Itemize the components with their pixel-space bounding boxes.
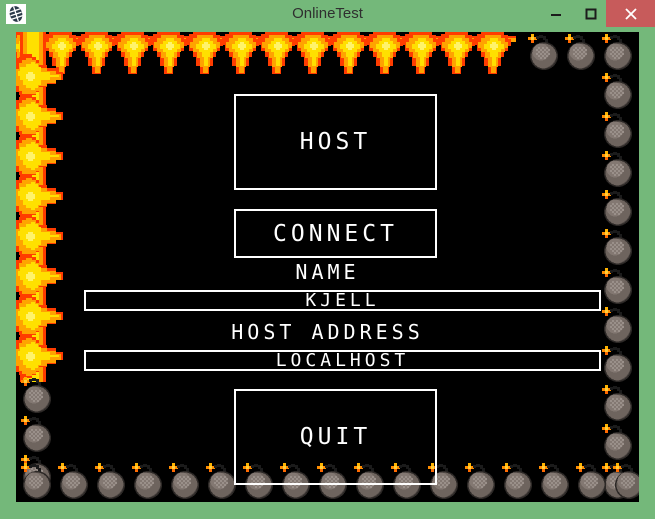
name-input-value: KJELL — [305, 290, 380, 311]
minimize-icon — [551, 13, 561, 16]
host-button[interactable]: HOST — [234, 94, 437, 190]
minimize-button[interactable] — [541, 0, 571, 27]
application-window: OnlineTest HOST CONNECT NAME KJELL HOST … — [0, 0, 655, 519]
quit-button-label: QUIT — [299, 424, 372, 450]
title-bar[interactable]: OnlineTest — [0, 0, 655, 28]
connect-button-label: CONNECT — [273, 220, 398, 247]
host-address-input-value: LOCALHOST — [275, 350, 410, 371]
close-icon — [624, 7, 637, 20]
close-button[interactable] — [606, 0, 655, 27]
host-address-label: HOST ADDRESS — [231, 320, 424, 344]
host-address-input[interactable]: LOCALHOST — [84, 350, 601, 371]
maximize-icon — [585, 8, 597, 19]
maximize-button[interactable] — [576, 0, 606, 27]
main-menu: HOST CONNECT NAME KJELL HOST ADDRESS LOC… — [16, 32, 639, 502]
name-input[interactable]: KJELL — [84, 290, 601, 311]
host-button-label: HOST — [299, 129, 372, 155]
game-canvas: HOST CONNECT NAME KJELL HOST ADDRESS LOC… — [16, 32, 639, 502]
game-viewport-frame: HOST CONNECT NAME KJELL HOST ADDRESS LOC… — [8, 32, 647, 511]
name-label: NAME — [295, 260, 360, 284]
quit-button[interactable]: QUIT — [234, 389, 437, 485]
connect-button[interactable]: CONNECT — [234, 209, 437, 258]
